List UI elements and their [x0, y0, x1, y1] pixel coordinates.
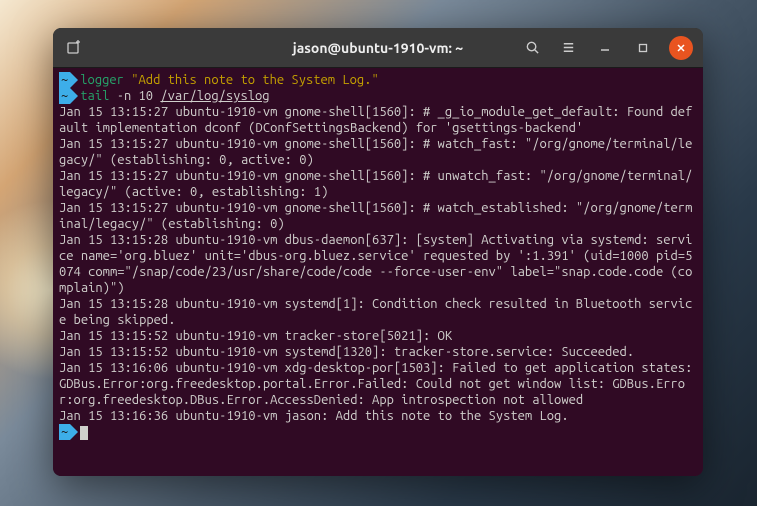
- cursor: [80, 426, 88, 440]
- minimize-button[interactable]: [593, 36, 617, 60]
- terminal-content[interactable]: ~ logger "Add this note to the System Log…: [53, 68, 703, 476]
- terminal-window: jason@ubuntu-1910-vm: ~ ~ logger "Add thi…: [53, 28, 703, 476]
- command-logger: logger: [80, 73, 124, 87]
- log-line: Jan 15 13:15:27 ubuntu-1910-vm gnome-she…: [59, 169, 692, 199]
- titlebar: jason@ubuntu-1910-vm: ~: [53, 28, 703, 68]
- log-line: Jan 15 13:15:27 ubuntu-1910-vm gnome-she…: [59, 137, 692, 167]
- log-line: Jan 15 13:15:27 ubuntu-1910-vm gnome-she…: [59, 201, 692, 231]
- log-line: Jan 15 13:15:52 ubuntu-1910-vm tracker-s…: [59, 329, 452, 343]
- log-line: Jan 15 13:16:06 ubuntu-1910-vm xdg-deskt…: [59, 361, 700, 407]
- log-line: Jan 15 13:15:28 ubuntu-1910-vm systemd[1…: [59, 297, 692, 327]
- command-tail-flag: -n 10: [117, 89, 153, 103]
- log-line: Jan 15 13:16:36 ubuntu-1910-vm jason: Ad…: [59, 409, 569, 423]
- close-button[interactable]: [669, 36, 693, 60]
- log-line: Jan 15 13:15:52 ubuntu-1910-vm systemd[1…: [59, 345, 634, 359]
- log-line: Jan 15 13:15:28 ubuntu-1910-vm dbus-daem…: [59, 233, 692, 295]
- search-button[interactable]: [517, 33, 547, 63]
- command-tail-path: /var/log/syslog: [160, 89, 269, 103]
- command-tail: tail: [80, 89, 109, 103]
- menu-button[interactable]: [553, 33, 583, 63]
- command-logger-arg: "Add this note to the System Log.": [131, 73, 379, 87]
- prompt-badge: ~: [59, 72, 70, 88]
- maximize-button[interactable]: [631, 36, 655, 60]
- new-tab-button[interactable]: [59, 33, 89, 63]
- log-line: Jan 15 13:15:27 ubuntu-1910-vm gnome-she…: [59, 105, 692, 135]
- prompt-badge: ~: [59, 424, 70, 440]
- prompt-badge: ~: [59, 88, 70, 104]
